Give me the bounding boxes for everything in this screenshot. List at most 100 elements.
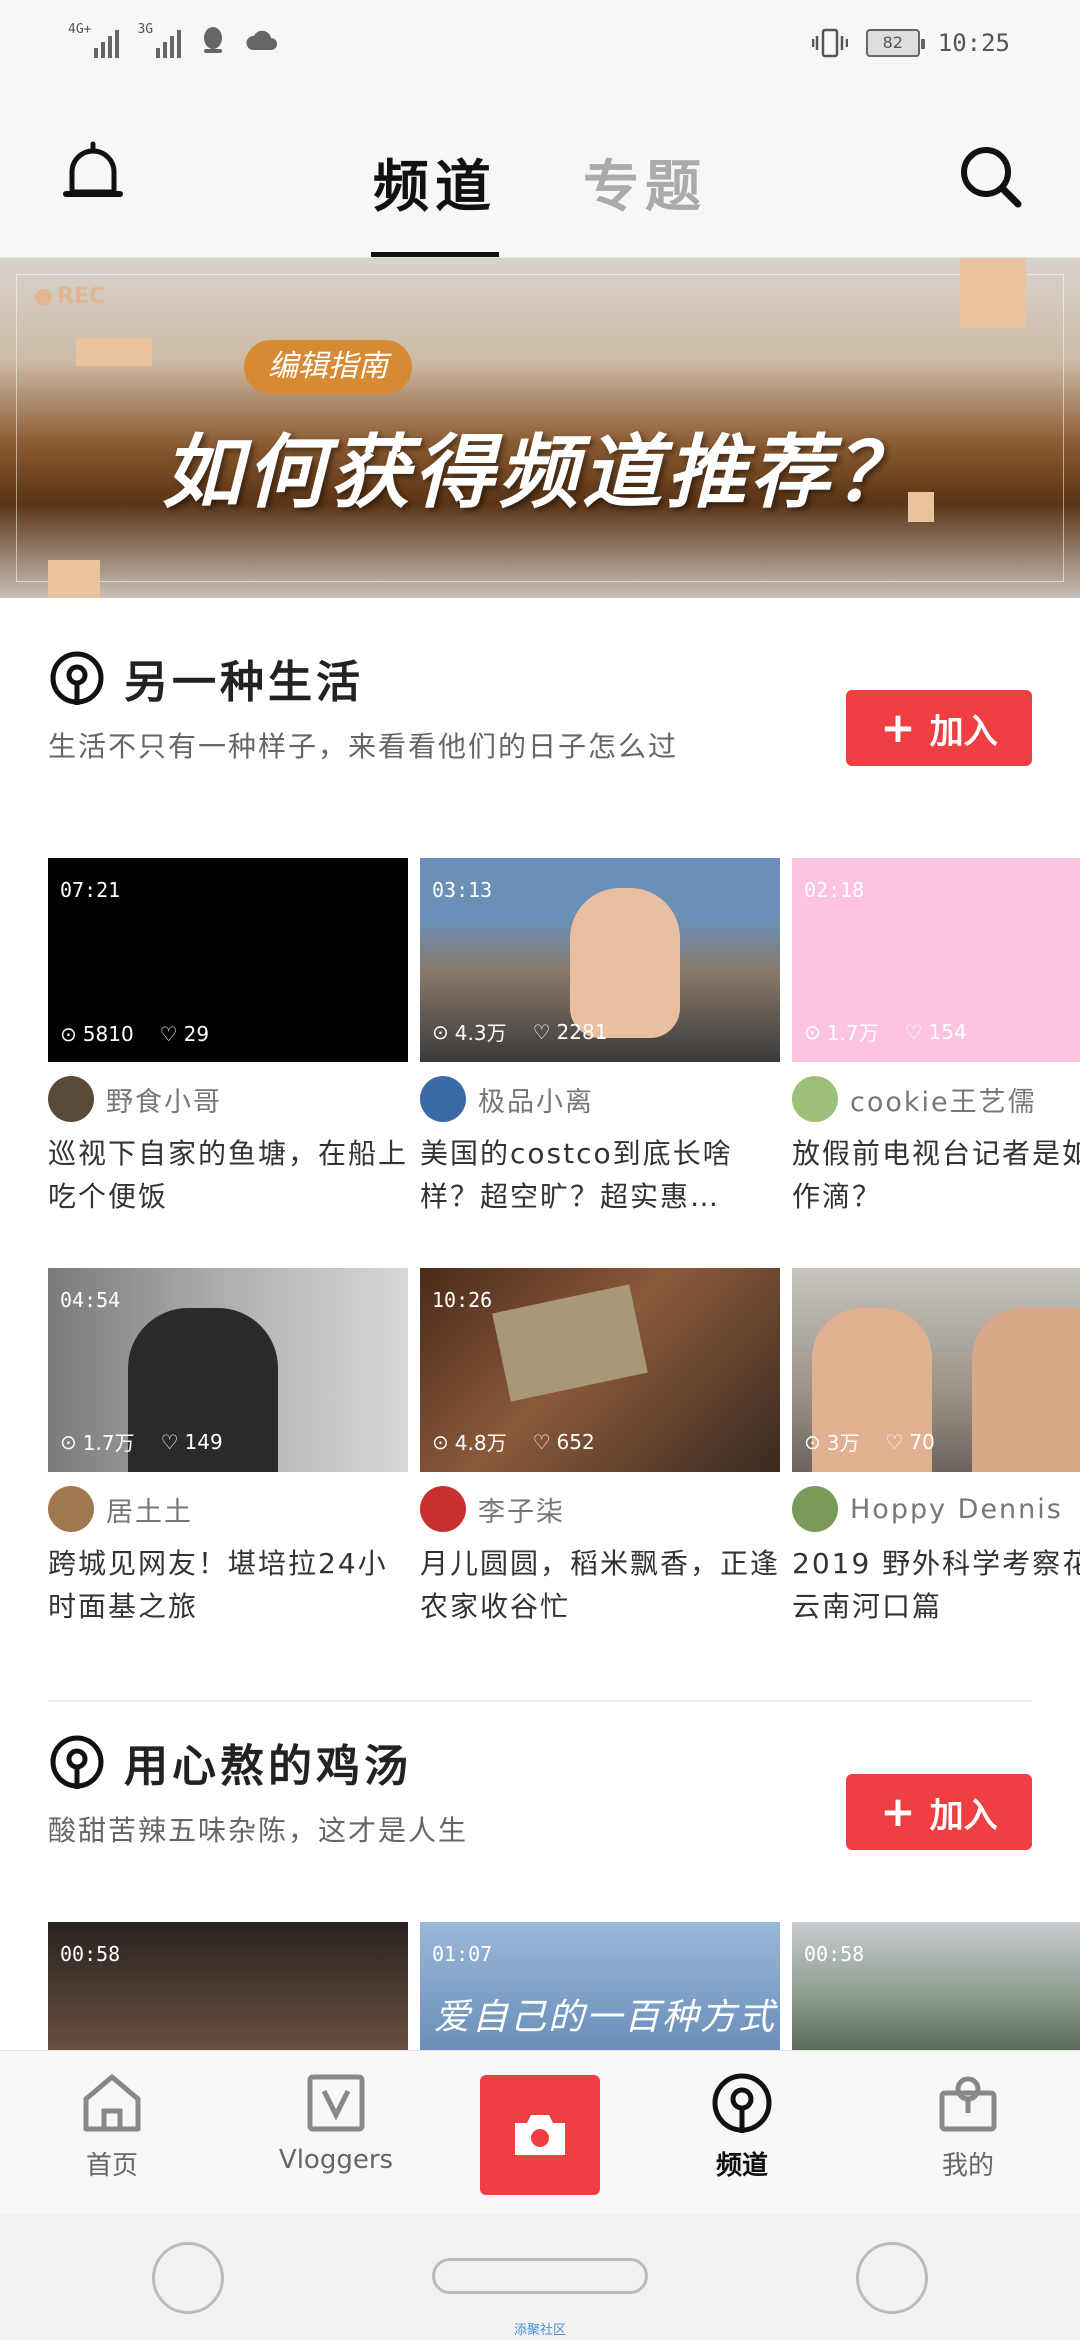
video-thumbnail[interactable]: 10:26 ⊙ 4.8万 ♡ 652 [420,1268,780,1472]
views-icon: ⊙ [432,1429,449,1454]
heart-icon: ♡ [159,1022,178,1046]
avatar[interactable] [792,1076,838,1122]
join-button[interactable]: + 加入 [846,690,1032,766]
author-row[interactable]: 居土土 [48,1486,408,1532]
camera-icon [515,2115,565,2155]
avatar[interactable] [48,1076,94,1122]
video-card[interactable]: 00:58 [48,1922,408,2052]
video-row-1: 07:21 ⊙ 5810 ♡ 29 野食小哥 巡视下自家的鱼塘，在船上吃个便饭 03… [48,858,1080,1238]
like-count: 149 [184,1429,223,1454]
like-count: 29 [183,1022,210,1046]
tab-channels[interactable]: 频道 [371,142,499,257]
signal-3g-icon: 3G [137,22,182,58]
video-row-3: 00:58 01:07 爱自己的一百种方式 00:58 [48,1922,1080,2052]
top-header: 频道 专题 [0,90,1080,258]
back-button[interactable] [152,2242,224,2314]
channel-icon [50,1735,104,1789]
avatar[interactable] [420,1076,466,1122]
views-icon: ⊙ [432,1019,449,1044]
view-count: 4.3万 [454,1021,507,1045]
plus-icon: + [880,1787,916,1836]
watermark: 添聚社区 [513,2323,566,2338]
banner-title: 如何获得频道推荐？ [162,426,918,519]
record-button[interactable] [480,2075,600,2195]
system-nav-bar: 添聚社区 [0,2214,1080,2340]
video-card[interactable]: 02:18 ⊙1.7万 ♡154 cookie王艺儒 放假前电视台记者是如何工作… [792,858,1080,1218]
view-count: 4.8万 [454,1431,507,1455]
tag-label: 编辑指南 [268,349,388,384]
avatar[interactable] [420,1486,466,1532]
search-icon[interactable] [958,144,1022,208]
recents-button[interactable] [856,2242,928,2314]
section-divider [48,1700,1032,1702]
video-card[interactable]: 04:54 ⊙ 1.7万 ♡ 149 居土土 跨城见网友！堪培拉24小时面基之旅 [48,1268,408,1628]
video-thumbnail[interactable]: 04:54 ⊙ 1.7万 ♡ 149 [48,1268,408,1472]
nav-label: 我的 [941,2151,994,2181]
channel-title: 另一种生活 [124,657,364,708]
author-name: Hoppy Dennis [850,1493,1063,1525]
video-card[interactable]: 07:21 ⊙ 5810 ♡ 29 野食小哥 巡视下自家的鱼塘，在船上吃个便饭 [48,858,408,1218]
author-row[interactable]: 野食小哥 [48,1076,408,1122]
duration: 03:13 [432,878,493,902]
tab-topics[interactable]: 专题 [583,142,707,257]
cloud-icon [246,30,278,50]
author-name: 李子柒 [478,1496,565,1528]
video-title[interactable]: 放假前电视台记者是如何工作滴？ [792,1132,1080,1218]
video-thumbnail[interactable]: 07:21 ⊙ 5810 ♡ 29 [48,858,408,1062]
nav-label: Vloggers [278,2145,394,2175]
nav-label: 频道 [715,2151,768,2181]
views-icon: ⊙ [804,1429,821,1454]
heart-icon: ♡ [885,1429,904,1454]
video-title[interactable]: 巡视下自家的鱼塘，在船上吃个便饭 [48,1132,408,1218]
banner-deco [960,258,1026,328]
nav-home[interactable]: 首页 [32,2071,192,2182]
views-icon: ⊙ [60,1022,77,1046]
profile-icon [939,2076,997,2132]
video-card[interactable]: 03:13 ⊙ 4.3万 ♡ 2281 极品小离 美国的costco到底长啥样？超空… [420,858,780,1218]
video-title[interactable]: 美国的costco到底长啥样？超空旷？超实惠… [420,1132,780,1218]
author-row[interactable]: 极品小离 [420,1076,780,1122]
clock: 10:25 [937,29,1010,57]
heart-icon: ♡ [532,1019,551,1044]
banner-tag: 编辑指南 [244,340,412,394]
duration: 01:07 [432,1942,493,1966]
video-thumbnail[interactable]: ⊙ 3万 ♡ 70 [792,1268,1080,1472]
channel-icon [50,651,104,705]
video-title[interactable]: 2019 野外科学考察花絮-云南河口篇 [792,1542,1080,1628]
promo-banner[interactable]: REC 编辑指南 如何获得频道推荐？ [0,258,1080,598]
duration: 00:58 [60,1942,121,1966]
video-thumbnail[interactable]: 02:18 ⊙ 1.7万 ♡ 154 [792,858,1080,1062]
author-row[interactable]: Hoppy Dennis [792,1486,1080,1532]
author-name: 居土土 [106,1496,193,1528]
plus-icon: + [880,703,916,752]
channel-description: 酸甜苦辣五味杂陈，这才是人生 [48,1814,469,1847]
author-row[interactable]: 李子柒 [420,1486,780,1532]
video-thumbnail[interactable]: 01:07 爱自己的一百种方式 [420,1922,780,2052]
home-pill[interactable] [432,2258,648,2294]
channel-title: 用心熬的鸡汤 [124,1741,412,1792]
nav-profile[interactable]: 我的 [888,2071,1048,2182]
video-thumbnail[interactable]: 00:58 [48,1922,408,2052]
like-count: 2281 [556,1019,608,1044]
duration: 00:58 [804,1942,865,1966]
duration: 02:18 [804,878,865,902]
nav-vloggers[interactable]: Vloggers [256,2071,416,2175]
video-title[interactable]: 跨城见网友！堪培拉24小时面基之旅 [48,1542,408,1628]
join-button[interactable]: + 加入 [846,1774,1032,1850]
video-card[interactable]: 10:26 ⊙ 4.8万 ♡ 652 李子柒 月儿圆圆，稻米飘香，正逢农家收谷忙 [420,1268,780,1628]
author-row[interactable]: cookie王艺儒 [792,1076,1080,1122]
battery-indicator: 82 [865,29,925,57]
join-label: 加入 [929,711,998,752]
video-thumbnail[interactable]: 03:13 ⊙ 4.3万 ♡ 2281 [420,858,780,1062]
video-card[interactable]: 00:58 [792,1922,1080,2052]
duration: 10:26 [432,1288,493,1312]
video-title[interactable]: 月儿圆圆，稻米飘香，正逢农家收谷忙 [420,1542,780,1628]
avatar[interactable] [792,1486,838,1532]
video-card[interactable]: 01:07 爱自己的一百种方式 [420,1922,780,2052]
video-thumbnail[interactable]: 00:58 [792,1922,1080,2052]
nav-channels[interactable]: 频道 [662,2071,822,2182]
video-card[interactable]: ⊙3万 ♡70 Hoppy Dennis 2019 野外科学考察花絮-云南河口篇 [792,1268,1080,1628]
avatar[interactable] [48,1486,94,1532]
duration: 04:54 [60,1288,121,1312]
heart-icon: ♡ [160,1429,179,1454]
